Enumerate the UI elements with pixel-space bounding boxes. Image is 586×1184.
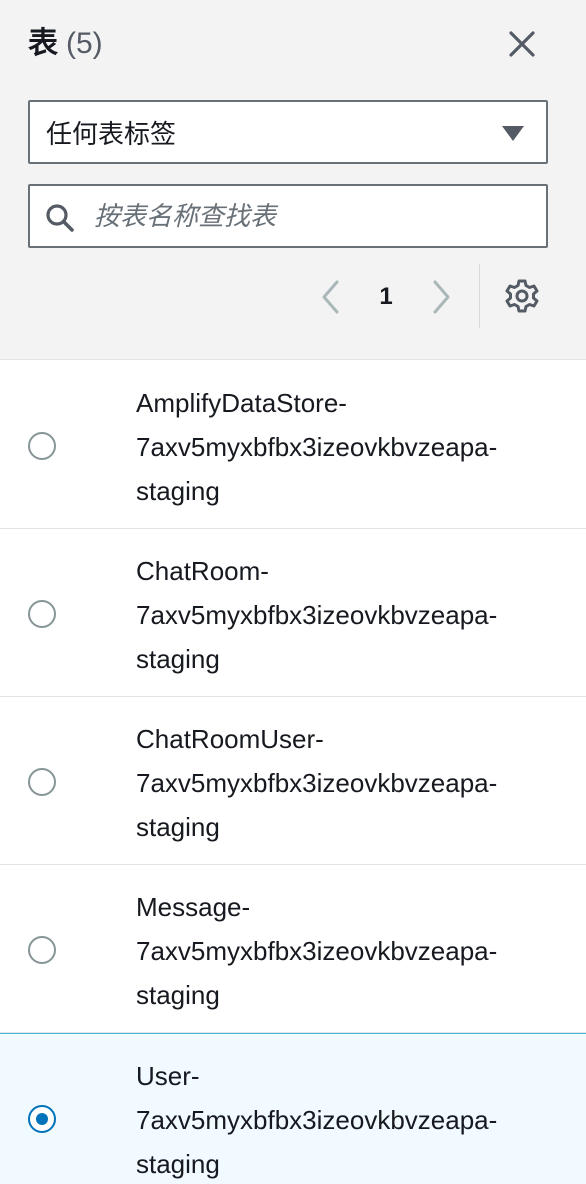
close-icon — [509, 31, 535, 57]
table-name: Message- 7axv5myxbfbx3izeovkbvzeapa- sta… — [136, 892, 498, 1010]
search-icon — [46, 204, 74, 232]
table-row[interactable]: ChatRoomUser- 7axv5myxbfbx3izeovkbvzeapa… — [0, 697, 586, 865]
close-button[interactable] — [502, 24, 542, 64]
chevron-left-icon — [322, 280, 339, 314]
current-page-number[interactable]: 1 — [368, 280, 404, 314]
next-page-button[interactable] — [426, 278, 456, 316]
panel-title-text: 表 — [28, 27, 58, 60]
panel-header: 表 (5) 任何表标签 1 — [0, 0, 586, 360]
tables-panel: 表 (5) 任何表标签 1 — [0, 0, 586, 1184]
gear-icon — [505, 279, 539, 313]
table-list: AmplifyDataStore- 7axv5myxbfbx3izeovkbvz… — [0, 361, 586, 1184]
search-input[interactable] — [94, 194, 534, 238]
table-count: (5) — [66, 27, 103, 60]
row-radio-checked[interactable] — [28, 1105, 56, 1133]
preferences-button[interactable] — [504, 278, 540, 314]
table-name: ChatRoomUser- 7axv5myxbfbx3izeovkbvzeapa… — [136, 724, 498, 842]
table-search[interactable] — [28, 184, 548, 248]
table-name: AmplifyDataStore- 7axv5myxbfbx3izeovkbvz… — [136, 388, 498, 506]
panel-title: 表 (5) — [28, 24, 103, 64]
table-row[interactable]: AmplifyDataStore- 7axv5myxbfbx3izeovkbvz… — [0, 361, 586, 529]
row-radio[interactable] — [28, 936, 56, 964]
row-radio[interactable] — [28, 432, 56, 460]
pager-divider — [479, 264, 480, 328]
tag-filter-value: 任何表标签 — [46, 118, 177, 149]
caret-down-icon — [502, 126, 524, 141]
table-name: User- 7axv5myxbfbx3izeovkbvzeapa- stagin… — [136, 1061, 498, 1179]
tag-filter-select[interactable]: 任何表标签 — [28, 100, 548, 164]
row-radio[interactable] — [28, 768, 56, 796]
chevron-right-icon — [433, 280, 450, 314]
previous-page-button[interactable] — [316, 278, 346, 316]
table-name: ChatRoom- 7axv5myxbfbx3izeovkbvzeapa- st… — [136, 556, 498, 674]
table-row-selected[interactable]: User- 7axv5myxbfbx3izeovkbvzeapa- stagin… — [0, 1033, 586, 1184]
table-row[interactable]: ChatRoom- 7axv5myxbfbx3izeovkbvzeapa- st… — [0, 529, 586, 697]
table-row[interactable]: Message- 7axv5myxbfbx3izeovkbvzeapa- sta… — [0, 865, 586, 1033]
row-radio[interactable] — [28, 600, 56, 628]
